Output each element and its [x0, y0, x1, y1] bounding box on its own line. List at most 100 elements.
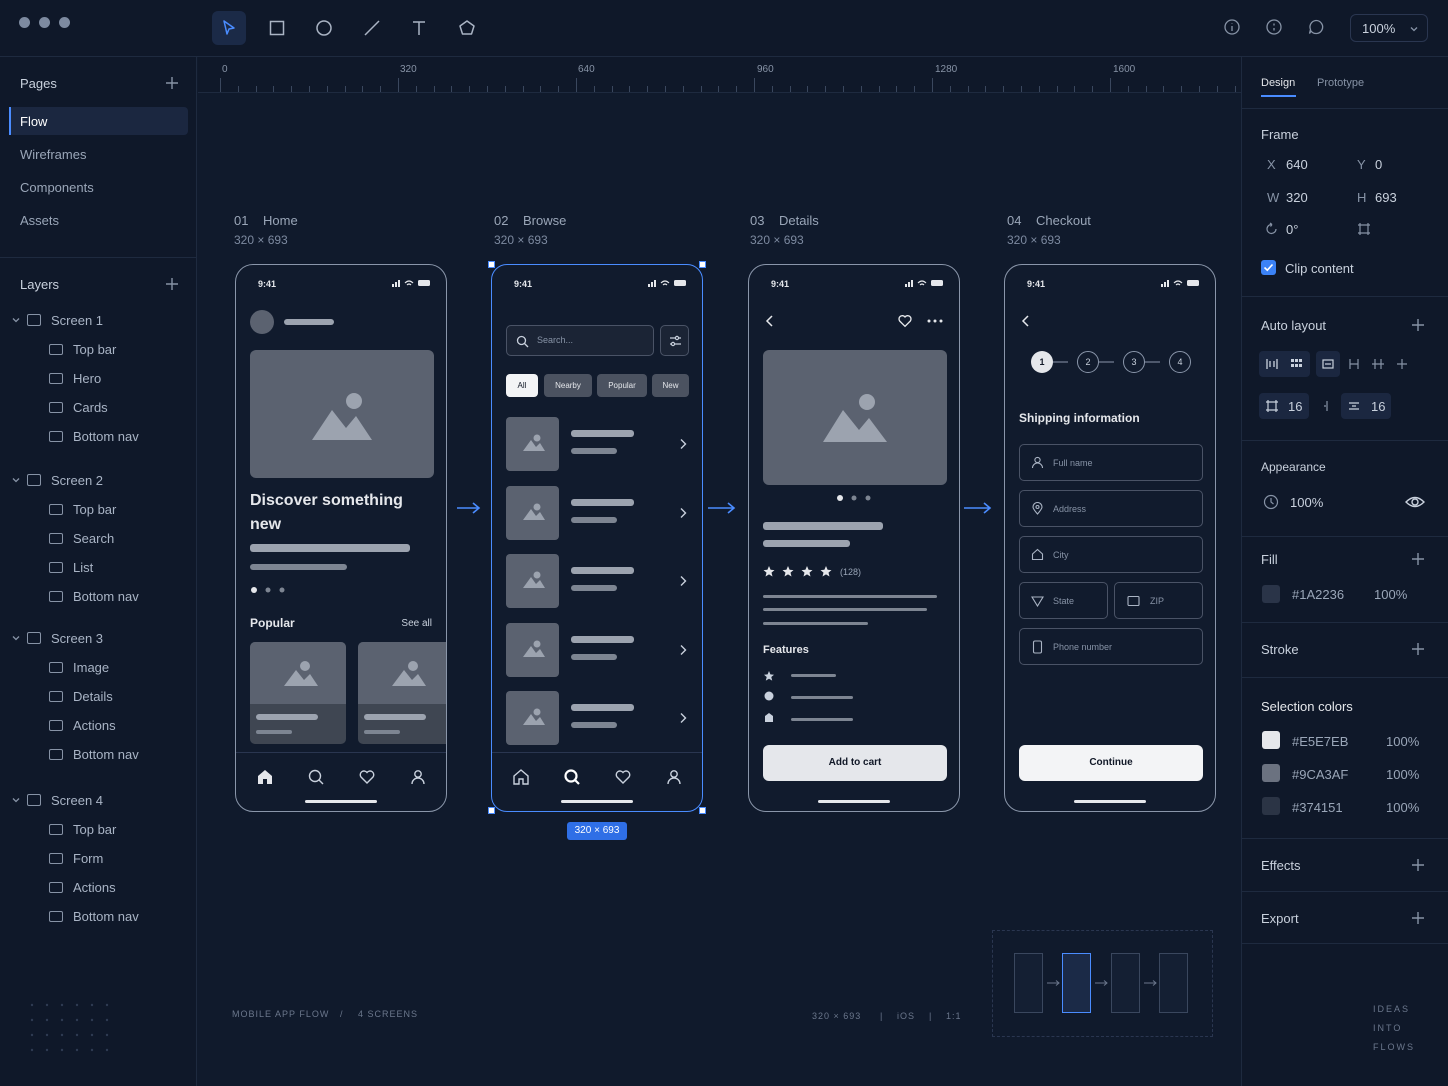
step-1[interactable]: 1	[1031, 351, 1053, 373]
selection-color-swatch[interactable]	[1262, 764, 1280, 782]
layer-item[interactable]: Bottom nav	[0, 907, 139, 927]
distribute-vertical-icon[interactable]	[1371, 357, 1385, 371]
heart-icon[interactable]	[897, 313, 913, 329]
selection-color-hex[interactable]: #9CA3AF	[1292, 767, 1348, 782]
list-item[interactable]	[506, 485, 690, 540]
frame-name[interactable]: Checkout	[1036, 213, 1091, 228]
chevron-down-icon[interactable]	[11, 315, 21, 325]
opacity-value[interactable]: 100%	[1290, 495, 1323, 510]
avatar[interactable]	[250, 310, 274, 334]
add-auto-layout-plus-icon[interactable]	[1411, 318, 1425, 332]
state-field[interactable]: State	[1019, 582, 1108, 619]
frame-name[interactable]: Details	[779, 213, 819, 228]
resize-handle-top-right[interactable]	[699, 261, 706, 268]
window-minimize-dot[interactable]	[39, 17, 50, 28]
home-icon[interactable]	[256, 768, 274, 786]
h-input[interactable]: 693	[1375, 190, 1397, 205]
layer-item[interactable]: Bottom nav	[0, 745, 139, 765]
selection-color-swatch[interactable]	[1262, 797, 1280, 815]
window-close-dot[interactable]	[19, 17, 30, 28]
x-input[interactable]: 640	[1286, 157, 1308, 172]
resize-handle-bottom-right[interactable]	[699, 807, 706, 814]
heart-icon[interactable]	[358, 768, 376, 786]
frame-name[interactable]: Home	[263, 213, 298, 228]
carousel-dots[interactable]	[250, 586, 290, 594]
page-item-flow[interactable]: Flow	[20, 114, 47, 129]
layer-screen[interactable]: Screen 4	[0, 790, 103, 810]
step-4[interactable]: 4	[1169, 351, 1191, 373]
list-item[interactable]	[506, 554, 690, 608]
search-icon[interactable]	[307, 768, 325, 786]
window-maximize-dot[interactable]	[59, 17, 70, 28]
continue-button[interactable]: Continue	[1019, 745, 1203, 781]
layer-item[interactable]: Details	[0, 686, 113, 706]
add-page-plus-icon[interactable]	[165, 76, 179, 90]
move-tool-button[interactable]	[212, 11, 246, 45]
help-icon[interactable]	[1265, 18, 1283, 36]
layer-item[interactable]: Actions	[0, 716, 116, 736]
resize-handle-bottom-left[interactable]	[488, 807, 495, 814]
comment-icon[interactable]	[1307, 18, 1325, 36]
y-input[interactable]: 0	[1375, 157, 1382, 172]
shape-tool-button[interactable]	[450, 11, 484, 45]
page-item-wireframes[interactable]: Wireframes	[20, 147, 86, 162]
w-input[interactable]: 320	[1286, 190, 1308, 205]
ellipse-tool-button[interactable]	[307, 11, 341, 45]
clip-content-checkbox[interactable]	[1261, 260, 1276, 275]
minimap-frame[interactable]	[1014, 953, 1043, 1013]
more-icon[interactable]	[927, 318, 943, 324]
screen-checkout[interactable]: 9:41 1 2 3 4 Shipping information Full n…	[1004, 264, 1216, 812]
chevron-down-icon[interactable]	[11, 475, 21, 485]
add-fill-plus-icon[interactable]	[1411, 552, 1425, 566]
search-icon[interactable]	[563, 768, 581, 786]
add-layer-plus-icon[interactable]	[165, 277, 179, 291]
layer-item[interactable]: Top bar	[0, 499, 116, 519]
step-3[interactable]: 3	[1123, 351, 1145, 373]
layer-item[interactable]: Search	[0, 528, 114, 548]
see-all-link[interactable]: See all	[401, 618, 432, 629]
layer-item[interactable]: Form	[0, 848, 103, 868]
layer-item[interactable]: List	[0, 558, 93, 578]
layer-item[interactable]: Actions	[0, 878, 116, 898]
layer-item[interactable]: Top bar	[0, 819, 116, 839]
constraints-icon[interactable]	[1357, 222, 1371, 236]
layer-item[interactable]: Bottom nav	[0, 427, 139, 447]
resize-handle-top-left[interactable]	[488, 261, 495, 268]
back-chevron-icon[interactable]	[763, 314, 777, 328]
tab-design[interactable]: Design	[1261, 77, 1295, 89]
zip-field[interactable]: ZIP	[1114, 582, 1203, 619]
minimap[interactable]	[992, 930, 1213, 1037]
page-item-components[interactable]: Components	[20, 180, 94, 195]
layer-screen[interactable]: Screen 1	[0, 310, 103, 330]
back-chevron-icon[interactable]	[1019, 314, 1033, 328]
list-item[interactable]	[506, 622, 690, 677]
page-item-assets[interactable]: Assets	[20, 213, 59, 228]
step-2[interactable]: 2	[1077, 351, 1099, 373]
phone-number-field[interactable]: Phone number	[1019, 628, 1203, 665]
distribute-horizontal-icon[interactable]	[1347, 357, 1361, 371]
info-icon[interactable]	[1223, 18, 1241, 36]
selection-color-opacity[interactable]: 100%	[1386, 767, 1419, 782]
layer-item[interactable]: Bottom nav	[0, 587, 139, 607]
selection-color-opacity[interactable]: 100%	[1386, 734, 1419, 749]
popular-card[interactable]	[358, 642, 446, 744]
layer-item[interactable]: Image	[0, 657, 109, 677]
layer-screen[interactable]: Screen 2	[0, 470, 103, 490]
screen-browse[interactable]: 9:41 Search... All Nearby Popular New	[491, 264, 703, 812]
search-input[interactable]: Search...	[506, 325, 654, 356]
line-tool-button[interactable]	[355, 11, 389, 45]
full-name-field[interactable]: Full name	[1019, 444, 1203, 481]
home-icon[interactable]	[512, 768, 530, 786]
align-cross-icon[interactable]	[1395, 357, 1409, 371]
rotation-input[interactable]: 0°	[1286, 222, 1298, 237]
tab-prototype[interactable]: Prototype	[1317, 77, 1364, 89]
popular-card[interactable]	[250, 642, 346, 744]
list-item[interactable]	[506, 691, 690, 745]
chip-new[interactable]: New	[652, 374, 689, 397]
filter-button[interactable]	[660, 325, 689, 356]
add-effect-plus-icon[interactable]	[1411, 858, 1425, 872]
chevron-down-icon[interactable]	[11, 795, 21, 805]
chevron-down-icon[interactable]	[11, 633, 21, 643]
list-item[interactable]	[506, 417, 690, 471]
chip-popular[interactable]: Popular	[597, 374, 647, 397]
